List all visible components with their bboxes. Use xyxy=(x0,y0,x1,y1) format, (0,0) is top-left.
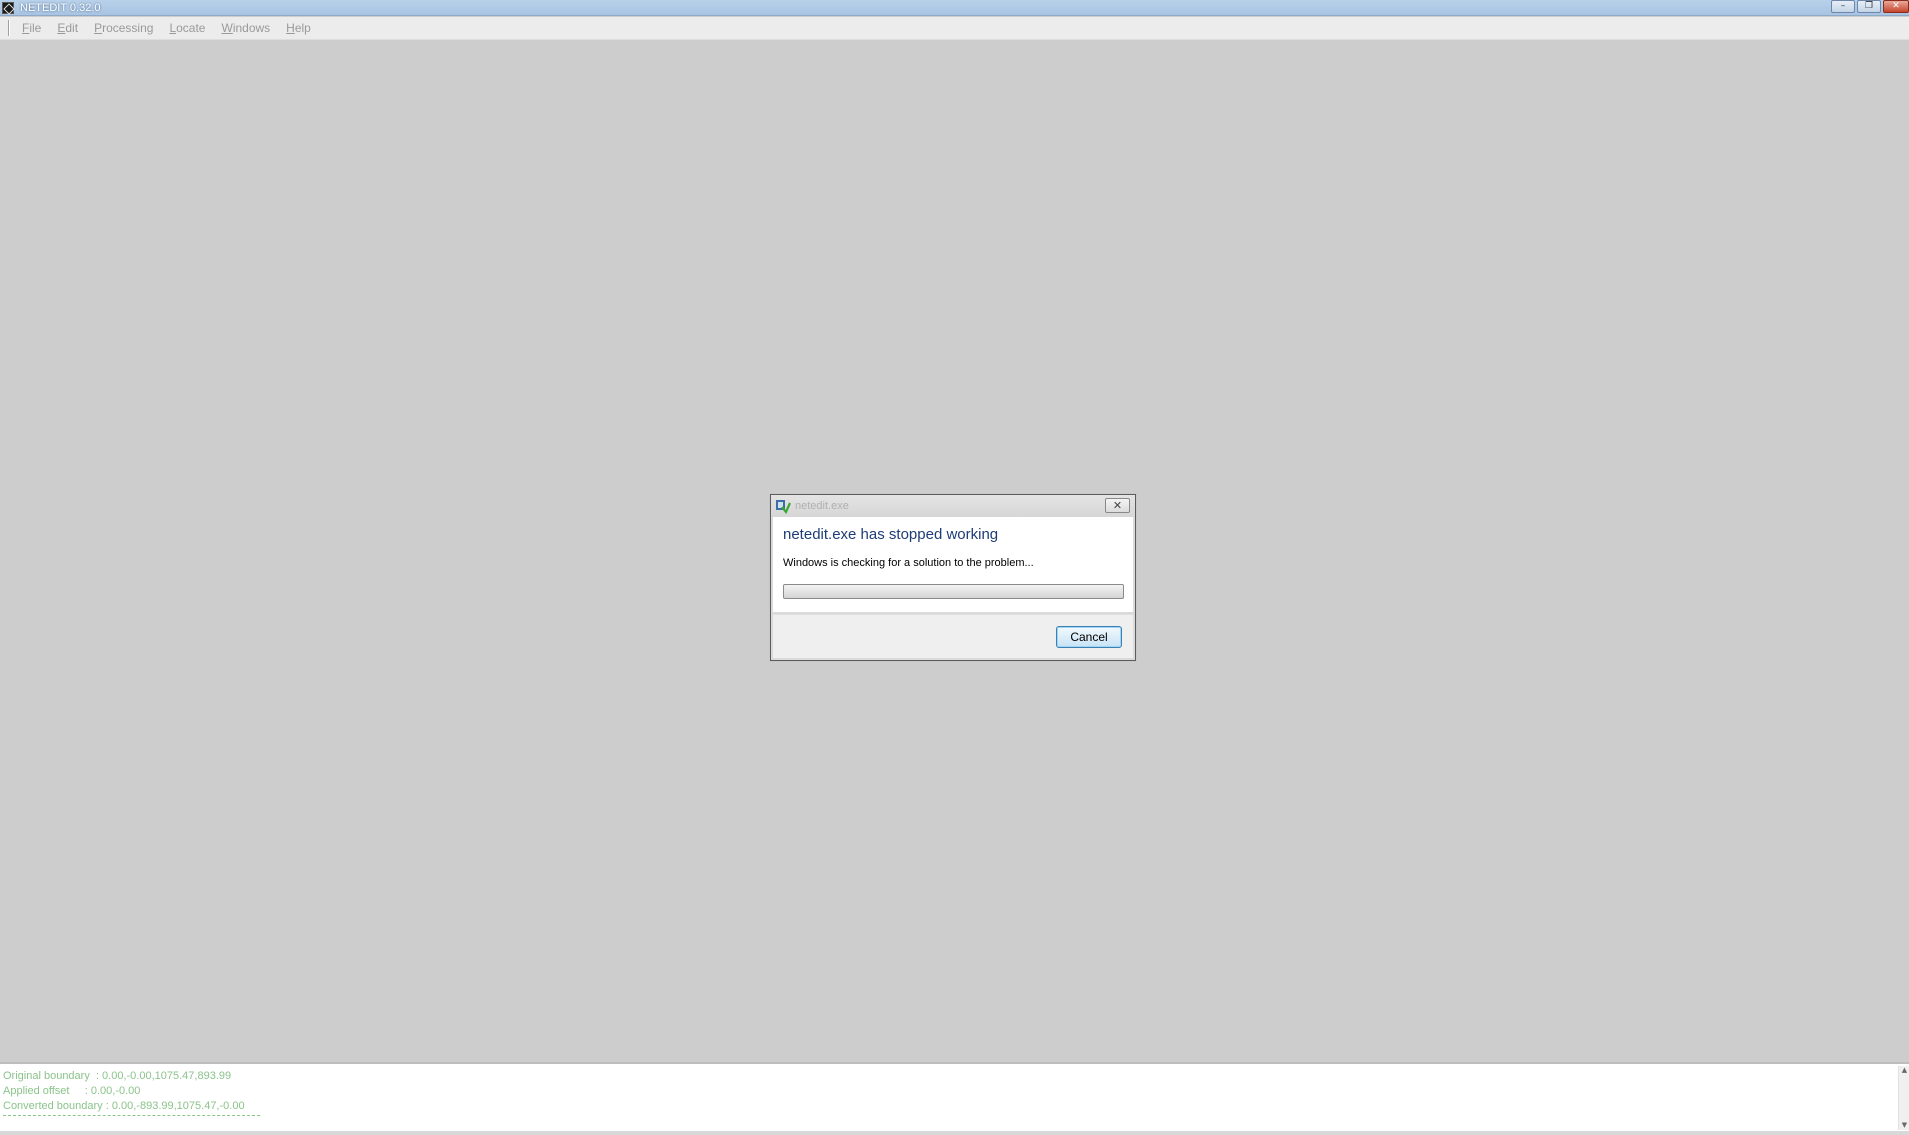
windows-error-reporting-icon xyxy=(776,500,791,514)
dialog-footer: Cancel xyxy=(773,614,1133,658)
progress-bar xyxy=(783,584,1124,599)
scroll-down-arrow-icon[interactable]: ▼ xyxy=(1900,1121,1909,1130)
window-titlebar: NETEDIT 0.32.0 – ❐ ✕ xyxy=(0,0,1909,16)
menu-help[interactable]: Help xyxy=(278,21,319,35)
menu-locate[interactable]: Locate xyxy=(161,21,213,35)
cancel-button[interactable]: Cancel xyxy=(1056,626,1122,648)
log-separator xyxy=(3,1115,260,1116)
dialog-title: netedit.exe xyxy=(795,500,849,512)
menu-grip xyxy=(8,20,10,36)
restore-button[interactable]: ❐ xyxy=(1857,0,1881,13)
minimize-button[interactable]: – xyxy=(1831,0,1855,13)
dialog-titlebar: netedit.exe ✕ xyxy=(771,495,1135,517)
log-line-converted-boundary: Converted boundary : 0.00,-893.99,1075.4… xyxy=(3,1100,245,1112)
menu-file[interactable]: File xyxy=(14,21,49,35)
window-title: NETEDIT 0.32.0 xyxy=(20,1,101,14)
scroll-up-arrow-icon[interactable]: ▲ xyxy=(1900,1066,1909,1075)
log-text: Original boundary : 0.00,-0.00,1075.47,8… xyxy=(3,1069,245,1114)
menu-windows[interactable]: Windows xyxy=(213,21,278,35)
log-scrollbar[interactable]: ▲ ▼ xyxy=(1898,1066,1909,1130)
menu-processing[interactable]: Processing xyxy=(86,21,161,35)
window-controls: – ❐ ✕ xyxy=(1831,0,1909,14)
dialog-message: Windows is checking for a solution to th… xyxy=(783,557,1034,569)
menu-edit[interactable]: Edit xyxy=(49,21,86,35)
log-line-original-boundary: Original boundary : 0.00,-0.00,1075.47,8… xyxy=(3,1070,232,1082)
crash-dialog: netedit.exe ✕ netedit.exe has stopped wo… xyxy=(770,494,1136,661)
message-log-panel: Original boundary : 0.00,-0.00,1075.47,8… xyxy=(0,1062,1909,1135)
dialog-content: netedit.exe has stopped working Windows … xyxy=(773,517,1133,612)
dialog-heading: netedit.exe has stopped working xyxy=(783,526,999,543)
app-icon xyxy=(2,1,14,14)
dialog-close-button[interactable]: ✕ xyxy=(1105,498,1130,513)
status-bar xyxy=(0,1131,1909,1135)
log-line-applied-offset: Applied offset : 0.00,-0.00 xyxy=(3,1085,141,1097)
close-window-button[interactable]: ✕ xyxy=(1883,0,1909,13)
menu-bar: File Edit Processing Locate Windows Help xyxy=(0,17,1909,40)
